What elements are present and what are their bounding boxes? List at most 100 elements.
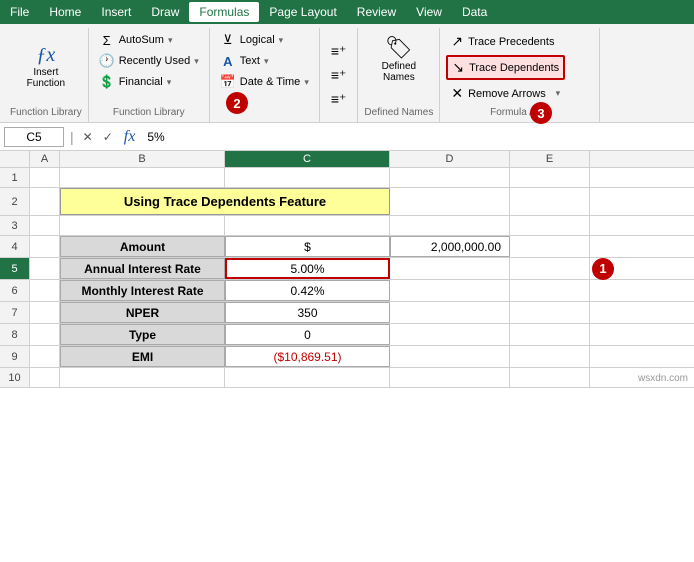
menu-formulas[interactable]: Formulas <box>189 2 259 22</box>
cell-d10[interactable] <box>390 368 510 387</box>
title-text: Using Trace Dependents Feature <box>124 194 326 209</box>
cell-e8[interactable] <box>510 324 590 345</box>
trace-dependents-button[interactable]: ↘ Trace Dependents <box>446 55 565 80</box>
cell-b1[interactable] <box>60 168 225 187</box>
nper-value: 350 <box>297 306 317 320</box>
cell-a4[interactable] <box>30 236 60 257</box>
cell-e4[interactable] <box>510 236 590 257</box>
remove-arrows-button[interactable]: ✕ Remove Arrows ▾ <box>446 82 565 105</box>
cell-b5-air[interactable]: Annual Interest Rate <box>60 258 225 279</box>
menu-draw[interactable]: Draw <box>141 2 189 22</box>
cell-b6-mir[interactable]: Monthly Interest Rate <box>60 280 225 301</box>
cell-a7[interactable] <box>30 302 60 323</box>
cell-e9[interactable] <box>510 346 590 367</box>
cell-b8-type[interactable]: Type <box>60 324 225 345</box>
cell-a10[interactable] <box>30 368 60 387</box>
recently-used-button[interactable]: 🕐 Recently Used ▾ <box>95 51 203 71</box>
cell-b3[interactable] <box>60 216 225 235</box>
annual-rate-value: 5.00% <box>290 262 324 276</box>
cell-c6-rate[interactable]: 0.42% <box>225 280 390 301</box>
cell-a8[interactable] <box>30 324 60 345</box>
defined-names-button[interactable]: 🏷 DefinedNames <box>373 30 425 88</box>
col-header-a[interactable]: A <box>30 151 60 167</box>
cell-d6[interactable] <box>390 280 510 301</box>
cell-b9-emi[interactable]: EMI <box>60 346 225 367</box>
menu-review[interactable]: Review <box>347 2 406 22</box>
logical-icon: ⊻ <box>220 32 236 48</box>
menu-data[interactable]: Data <box>452 2 497 22</box>
remove-arrows-icon: ✕ <box>451 85 463 102</box>
icon-btn-1[interactable]: ≡⁺ <box>328 41 350 62</box>
autosum-button[interactable]: Σ AutoSum ▾ <box>95 30 203 50</box>
function-library-group: Σ AutoSum ▾ 🕐 Recently Used ▾ 💲 Financia… <box>89 28 210 122</box>
text-label: Text <box>240 55 260 67</box>
cell-d7[interactable] <box>390 302 510 323</box>
text-button[interactable]: A Text ▾ <box>216 51 313 71</box>
menu-view[interactable]: View <box>406 2 452 22</box>
cell-d3[interactable] <box>390 216 510 235</box>
cell-a9[interactable] <box>30 346 60 367</box>
cell-c7-nper[interactable]: 350 <box>225 302 390 323</box>
cell-c8-type[interactable]: 0 <box>225 324 390 345</box>
trace-precedents-button[interactable]: ↗ Trace Precedents <box>446 30 565 53</box>
defined-names-label: DefinedNames <box>382 61 416 83</box>
row-num-5: 5 <box>0 258 30 279</box>
menu-home[interactable]: Home <box>39 2 91 22</box>
cell-c10[interactable] <box>225 368 390 387</box>
cell-a6[interactable] <box>30 280 60 301</box>
row-num-10: 10 <box>0 368 30 387</box>
cell-reference-box[interactable] <box>4 127 64 147</box>
cell-c5-rate[interactable]: 5.00% <box>225 258 390 279</box>
cell-c1[interactable] <box>225 168 390 187</box>
cell-d4-amount[interactable]: 2,000,000.00 <box>390 236 510 257</box>
confirm-icon[interactable]: ✓ <box>100 129 116 145</box>
cell-d5[interactable] <box>390 258 510 279</box>
cell-b7-nper[interactable]: NPER <box>60 302 225 323</box>
icon-btn-3[interactable]: ≡⁺ <box>328 89 350 110</box>
cancel-icon[interactable]: ✕ <box>80 129 96 145</box>
col-header-e[interactable]: E <box>510 151 590 167</box>
menu-file[interactable]: File <box>0 2 39 22</box>
cell-c3[interactable] <box>225 216 390 235</box>
date-time-button[interactable]: 📅 Date & Time ▾ <box>216 72 313 92</box>
cell-d8[interactable] <box>390 324 510 345</box>
annual-rate-label: Annual Interest Rate <box>84 262 201 276</box>
cell-d2[interactable] <box>390 188 510 215</box>
row-num-2: 2 <box>0 188 30 215</box>
cell-c4-dollar[interactable]: $ <box>225 236 390 257</box>
audit-buttons: ↗ Trace Precedents ↘ Trace Dependents ✕ … <box>446 30 565 105</box>
menu-page-layout[interactable]: Page Layout <box>259 2 346 22</box>
cell-d1[interactable] <box>390 168 510 187</box>
cell-e3[interactable] <box>510 216 590 235</box>
col-header-c[interactable]: C <box>225 151 390 167</box>
insert-function-button[interactable]: ƒx InsertFunction <box>18 39 74 94</box>
menu-insert[interactable]: Insert <box>91 2 141 22</box>
dollar-sign: $ <box>304 240 311 254</box>
cell-e2[interactable] <box>510 188 590 215</box>
cell-c9-emi[interactable]: ($10,869.51) <box>225 346 390 367</box>
cell-a3[interactable] <box>30 216 60 235</box>
financial-button[interactable]: 💲 Financial ▾ <box>95 72 203 92</box>
cell-b4-amount[interactable]: Amount <box>60 236 225 257</box>
cell-e7[interactable] <box>510 302 590 323</box>
cell-e10[interactable] <box>510 368 590 387</box>
insert-function-group: ƒx InsertFunction Function Library <box>4 28 89 122</box>
cell-e5[interactable] <box>510 258 590 279</box>
cell-d9[interactable] <box>390 346 510 367</box>
cell-b10[interactable] <box>60 368 225 387</box>
trace-precedents-label: Trace Precedents <box>468 36 554 48</box>
formula-input[interactable] <box>143 128 690 146</box>
cell-a5[interactable] <box>30 258 60 279</box>
cell-e6[interactable] <box>510 280 590 301</box>
icon-btn-2[interactable]: ≡⁺ <box>328 65 350 86</box>
cell-a1[interactable] <box>30 168 60 187</box>
row-num-7: 7 <box>0 302 30 323</box>
cell-e1[interactable] <box>510 168 590 187</box>
fn-lib: Σ AutoSum ▾ 🕐 Recently Used ▾ 💲 Financia… <box>95 30 203 92</box>
col-header-d[interactable]: D <box>390 151 510 167</box>
row-num-6: 6 <box>0 280 30 301</box>
cell-b2-title[interactable]: Using Trace Dependents Feature <box>60 188 390 215</box>
logical-button[interactable]: ⊻ Logical ▾ <box>216 30 313 50</box>
col-header-b[interactable]: B <box>60 151 225 167</box>
cell-a2[interactable] <box>30 188 60 215</box>
